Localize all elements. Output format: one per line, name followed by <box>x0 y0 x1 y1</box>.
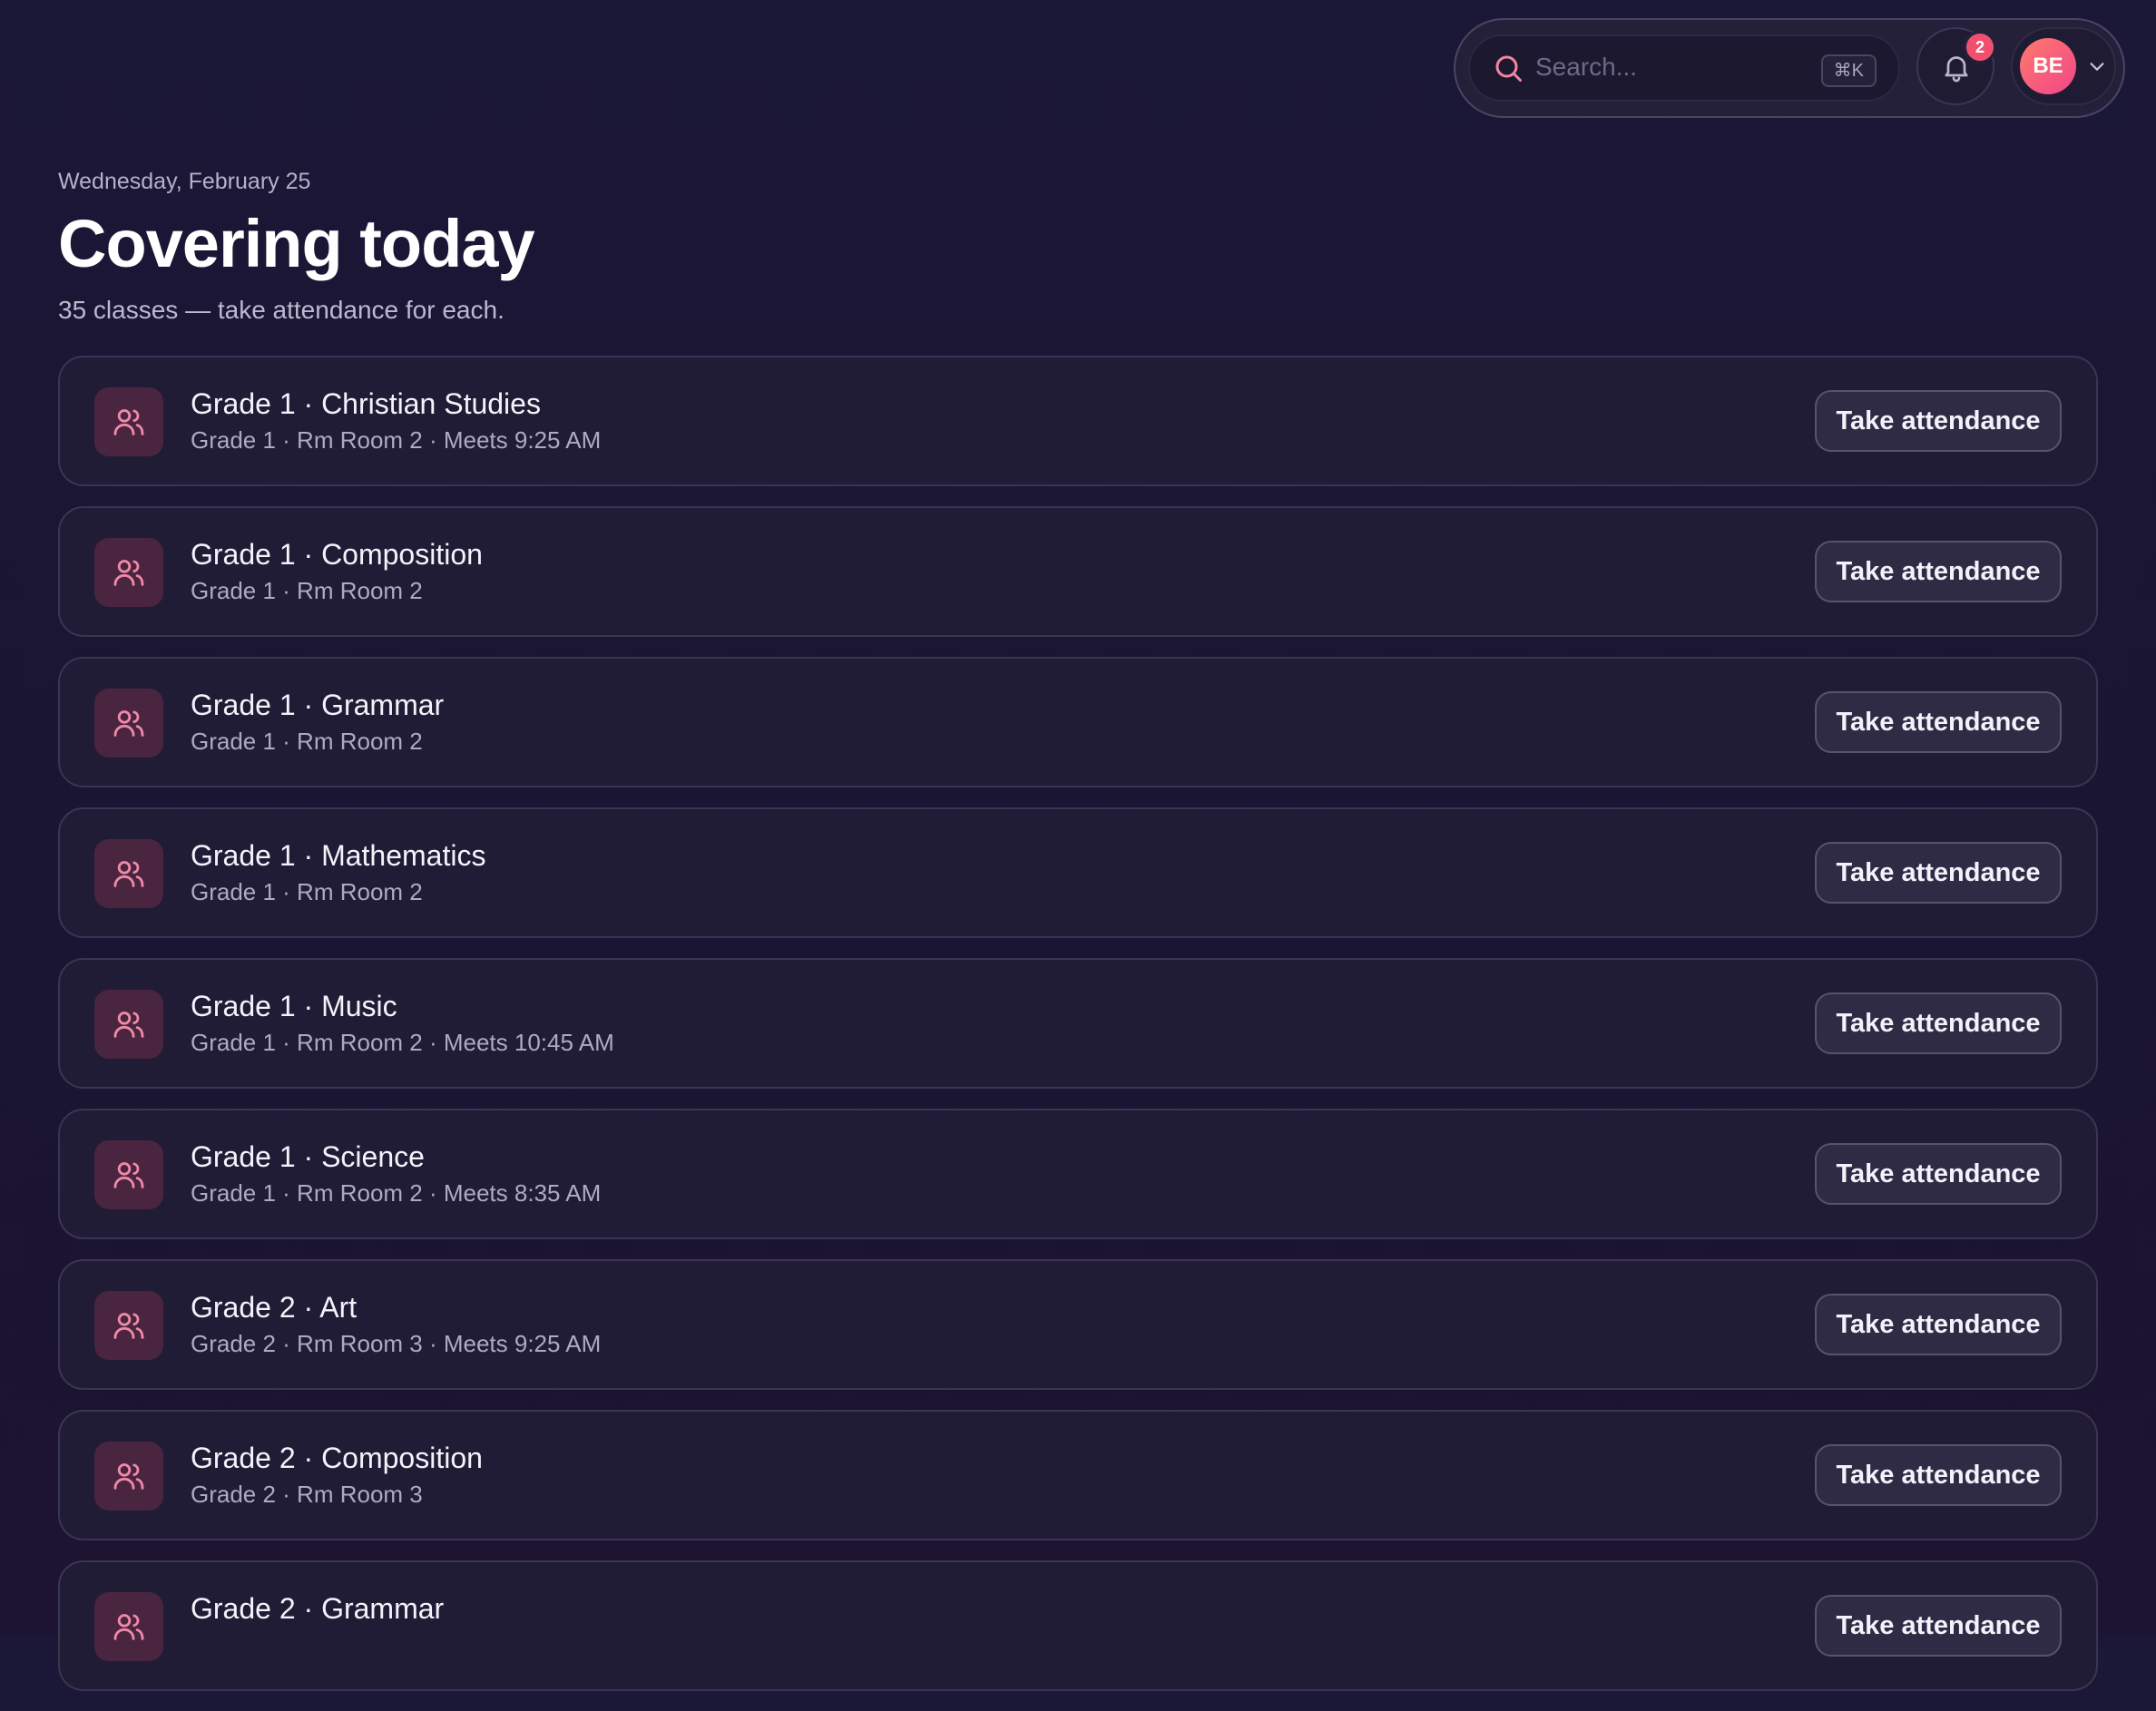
users-icon <box>113 861 144 887</box>
take-attendance-button[interactable]: Take attendance <box>1815 1444 2062 1506</box>
notification-count-badge: 2 <box>1964 31 1996 64</box>
take-attendance-button[interactable]: Take attendance <box>1815 390 2062 452</box>
class-title: Grade 1 · Grammar <box>191 689 445 721</box>
users-icon <box>113 1162 144 1188</box>
users-icon <box>113 560 144 586</box>
class-meta: Grade 1 · Rm Room 2 <box>191 878 423 905</box>
page-title: Covering today <box>58 206 535 281</box>
take-attendance-button[interactable]: Take attendance <box>1815 691 2062 753</box>
take-attendance-button[interactable]: Take attendance <box>1815 992 2062 1054</box>
users-icon <box>113 1313 144 1339</box>
avatar: BE <box>2020 38 2076 94</box>
search-icon <box>1495 55 1522 82</box>
class-card: Grade 1 · Mathematics Grade 1 · Rm Room … <box>58 807 2098 938</box>
users-icon <box>113 409 144 435</box>
class-title: Grade 1 · Science <box>191 1140 425 1173</box>
page-subtitle: 35 classes — take attendance for each. <box>58 296 505 324</box>
class-title: Grade 1 · Mathematics <box>191 839 486 872</box>
class-icon-tile <box>94 1140 163 1209</box>
class-icon-tile <box>94 1291 163 1360</box>
class-meta: Grade 1 · Rm Room 2 · Meets 8:35 AM <box>191 1179 602 1207</box>
class-card: Grade 1 · Science Grade 1 · Rm Room 2 · … <box>58 1109 2098 1239</box>
search-input[interactable]: Search... ⌘K <box>1468 34 1900 102</box>
class-meta: Grade 1 · Rm Room 2 <box>191 728 423 755</box>
class-card: Grade 2 · Art Grade 2 · Rm Room 3 · Meet… <box>58 1259 2098 1390</box>
class-icon-tile <box>94 689 163 758</box>
class-title: Grade 2 · Art <box>191 1291 358 1324</box>
class-icon-tile <box>94 538 163 607</box>
take-attendance-button[interactable]: Take attendance <box>1815 1294 2062 1355</box>
class-icon-tile <box>94 990 163 1059</box>
take-attendance-button[interactable]: Take attendance <box>1815 541 2062 602</box>
class-card: Grade 2 · Composition Grade 2 · Rm Room … <box>58 1410 2098 1540</box>
search-placeholder: Search... <box>1535 53 1638 81</box>
users-icon <box>113 710 144 737</box>
class-title: Grade 1 · Christian Studies <box>191 387 541 420</box>
class-meta: Grade 1 · Rm Room 2 · Meets 9:25 AM <box>191 426 602 454</box>
class-card: Grade 1 · Composition Grade 1 · Rm Room … <box>58 506 2098 637</box>
top-bar: Search... ⌘K 2 BE <box>1454 18 2125 118</box>
class-icon-tile <box>94 387 163 456</box>
class-list: Grade 1 · Christian Studies Grade 1 · Rm… <box>58 356 2098 1711</box>
class-card: Grade 1 · Grammar Grade 1 · Rm Room 2 Ta… <box>58 657 2098 787</box>
users-icon <box>113 1463 144 1490</box>
users-icon <box>113 1012 144 1038</box>
take-attendance-button[interactable]: Take attendance <box>1815 1595 2062 1657</box>
class-title: Grade 1 · Composition <box>191 538 483 571</box>
class-meta: Grade 2 · Rm Room 3 · Meets 9:25 AM <box>191 1330 602 1357</box>
class-icon-tile <box>94 839 163 908</box>
take-attendance-button[interactable]: Take attendance <box>1815 842 2062 904</box>
class-meta: Grade 2 · Rm Room 3 <box>191 1481 423 1508</box>
take-attendance-button[interactable]: Take attendance <box>1815 1143 2062 1205</box>
class-meta: Grade 1 · Rm Room 2 <box>191 577 423 604</box>
current-date: Wednesday, February 25 <box>58 169 311 194</box>
chevron-down-icon <box>2090 63 2104 71</box>
search-shortcut-hint: ⌘K <box>1820 54 1877 87</box>
class-title: Grade 1 · Music <box>191 990 397 1022</box>
class-icon-tile <box>94 1442 163 1511</box>
class-card: Grade 1 · Music Grade 1 · Rm Room 2 · Me… <box>58 958 2098 1089</box>
class-title: Grade 2 · Grammar <box>191 1592 445 1625</box>
users-icon <box>113 1614 144 1640</box>
class-icon-tile <box>94 1592 163 1661</box>
class-card: Grade 2 · Grammar Take attendance <box>58 1560 2098 1691</box>
class-meta: Grade 1 · Rm Room 2 · Meets 10:45 AM <box>191 1029 614 1056</box>
class-card: Grade 1 · Christian Studies Grade 1 · Rm… <box>58 356 2098 486</box>
class-title: Grade 2 · Composition <box>191 1442 483 1474</box>
user-menu-button[interactable]: BE <box>2011 27 2116 105</box>
